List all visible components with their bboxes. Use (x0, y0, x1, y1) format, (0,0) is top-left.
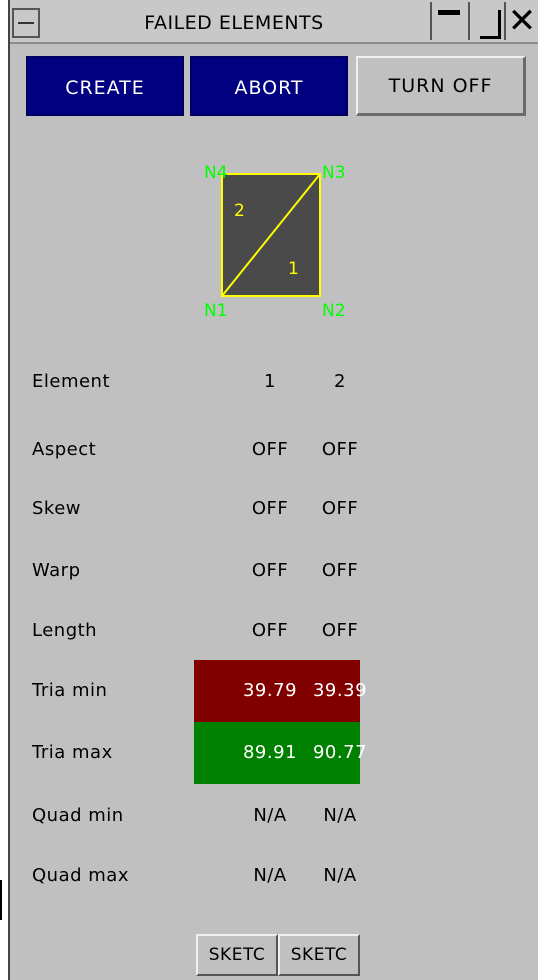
row-label: Tria max (32, 742, 113, 763)
value-cell: OFF (321, 620, 359, 641)
window-title: FAILED ELEMENTS (144, 12, 324, 34)
sketch-button-element-2[interactable]: SKETC (278, 934, 360, 976)
value-cell: 90.77 (312, 742, 368, 763)
minimize-icon[interactable] (430, 2, 466, 40)
value-cell: OFF (251, 439, 289, 460)
window-menu-icon[interactable] (12, 8, 40, 38)
value-cell: OFF (321, 439, 359, 460)
value-cell: 39.39 (312, 680, 368, 701)
node-label-n3: N3 (322, 163, 346, 183)
create-button[interactable]: CREATE (26, 56, 184, 116)
row-label: Quad max (32, 865, 129, 886)
node-label-n1: N1 (204, 301, 228, 321)
node-label-n4: N4 (204, 163, 228, 183)
element-diagram: N4 N3 N1 N2 2 1 (204, 163, 346, 321)
row-label: Aspect (32, 439, 97, 460)
row-label: Quad min (32, 805, 124, 826)
value-cell: 2 (334, 371, 346, 392)
row-label: Tria min (32, 680, 108, 701)
node-label-n2: N2 (322, 301, 346, 321)
value-cell: OFF (251, 498, 289, 519)
element-label-2: 2 (234, 201, 245, 221)
row-label: Element (32, 371, 111, 392)
value-cell: N/A (253, 805, 287, 826)
element-label-1: 1 (288, 259, 299, 279)
row-label: Length (32, 620, 98, 641)
value-cell: 89.91 (242, 742, 298, 763)
value-cell: OFF (251, 560, 289, 581)
value-cell: N/A (323, 805, 357, 826)
window-edge (0, 880, 2, 920)
value-cell: OFF (251, 620, 289, 641)
value-cell: N/A (253, 865, 287, 886)
row-label: Warp (32, 560, 81, 581)
value-cell: OFF (321, 560, 359, 581)
row-label: Skew (32, 498, 82, 519)
turn-off-button[interactable]: TURN OFF (356, 56, 526, 116)
sketch-button-element-1[interactable]: SKETC (196, 934, 278, 976)
abort-button[interactable]: ABORT (190, 56, 348, 116)
value-cell: 39.79 (242, 680, 298, 701)
close-icon[interactable]: ✕ (504, 2, 538, 40)
value-cell: 1 (264, 371, 276, 392)
value-cell: N/A (323, 865, 357, 886)
value-cell: OFF (321, 498, 359, 519)
maximize-icon[interactable] (468, 2, 504, 40)
